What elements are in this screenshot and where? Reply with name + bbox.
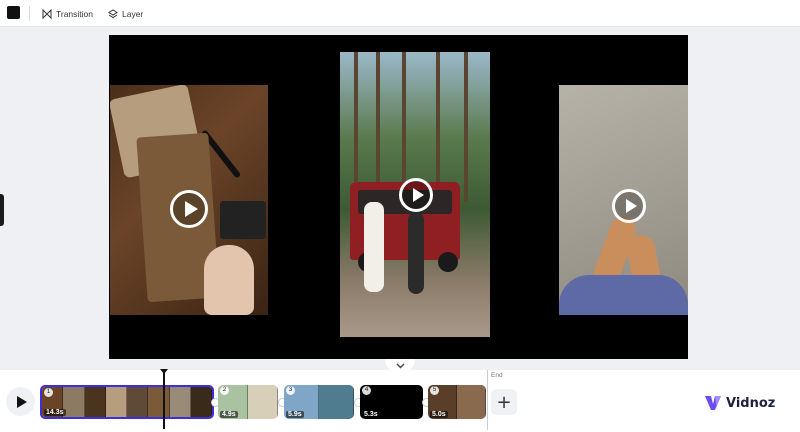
transition-icon [42, 8, 52, 19]
tree-trunk [402, 52, 406, 202]
gift-wrapping-clip[interactable] [110, 85, 268, 315]
clip-duration: 5.3s [362, 411, 380, 418]
timeline-clip-3[interactable]: 3 5.9s [284, 385, 354, 419]
transition-button[interactable]: Transition [42, 5, 93, 22]
vidnoz-logo-icon [705, 396, 721, 410]
toolbar-divider [29, 6, 30, 21]
clip-duration: 4.9s [220, 411, 238, 418]
shorts [559, 275, 688, 315]
red-van-couple-clip[interactable] [340, 52, 490, 337]
clip-number: 5 [430, 386, 439, 395]
tree-trunk [376, 52, 380, 192]
person-left [364, 202, 384, 292]
hand [204, 245, 254, 315]
play-icon[interactable] [6, 387, 35, 416]
clip-number: 4 [362, 386, 371, 395]
playhead[interactable] [160, 369, 168, 429]
timeline-clip-4[interactable]: 4 5.3s [360, 385, 423, 419]
timeline-clip-5[interactable]: 5 5.0s [428, 385, 486, 419]
clip-number: 3 [286, 386, 295, 395]
timeline-end-marker [487, 370, 488, 430]
layer-icon [108, 8, 118, 18]
tree-trunk [464, 52, 468, 202]
vidnoz-logo: Vidnoz [703, 393, 775, 413]
clip-duration: 14.3s [44, 409, 66, 416]
color-swatch[interactable] [7, 6, 20, 19]
person-right [408, 212, 424, 294]
clip-thumbnails [42, 387, 212, 417]
panel-resize-handle[interactable] [0, 194, 4, 226]
bare-feet-clip[interactable] [559, 85, 688, 315]
play-icon[interactable] [170, 190, 208, 228]
layer-label: Layer [122, 8, 144, 19]
tree-trunk [354, 52, 358, 202]
clip-duration: 5.9s [286, 411, 304, 418]
clip-duration: 5.0s [430, 411, 448, 418]
black-card [220, 201, 266, 239]
preview-canvas[interactable] [109, 35, 688, 359]
layer-button[interactable]: Layer [108, 5, 143, 22]
add-clip-button[interactable]: + [491, 389, 517, 415]
play-icon[interactable] [399, 178, 433, 212]
play-icon[interactable] [612, 189, 646, 223]
brand-name: Vidnoz [726, 395, 776, 411]
tree-trunk [436, 52, 440, 197]
timeline-clip-1[interactable]: 1 14.3s [40, 385, 214, 419]
timeline: 1 14.3s 2 4.9s 3 5.9s 4 5.3s 5 5.0s [0, 370, 800, 432]
chevron-down-icon [396, 363, 404, 369]
timeline-clip-2[interactable]: 2 4.9s [218, 385, 278, 419]
end-label: End [491, 372, 503, 379]
top-toolbar: Transition Layer [0, 0, 800, 27]
clip-number: 1 [44, 388, 53, 397]
clip-number: 2 [220, 386, 229, 395]
transition-label: Transition [56, 8, 94, 19]
van-wheel [438, 252, 458, 272]
